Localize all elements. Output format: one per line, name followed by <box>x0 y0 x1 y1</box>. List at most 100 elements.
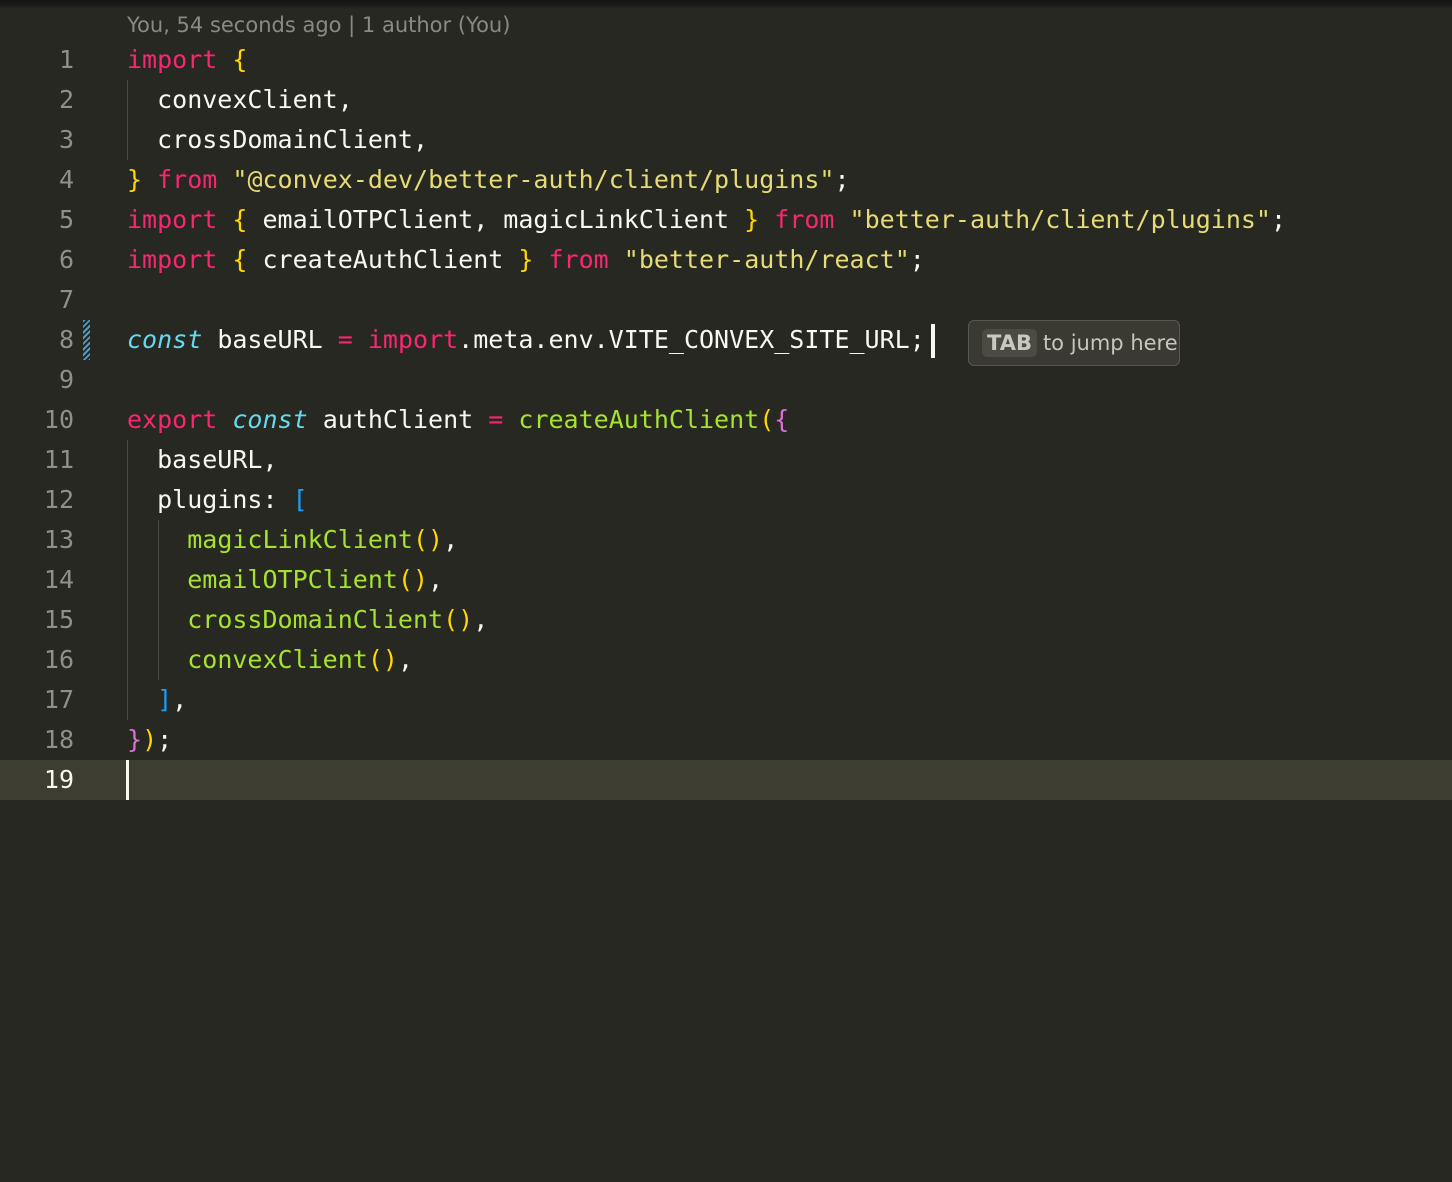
tab-jump-hint: TAB to jump here <box>968 320 1180 366</box>
code-line[interactable]: 17 ], <box>0 680 1452 720</box>
code-token: crossDomainClient <box>187 605 444 634</box>
code-token: ] <box>157 685 173 714</box>
code-text: }); <box>127 720 172 760</box>
code-text: magicLinkClient(), <box>127 520 458 560</box>
code-text: plugins: [ <box>127 480 308 520</box>
line-number: 11 <box>43 445 74 474</box>
line-number: 5 <box>58 205 74 234</box>
line-number: 2 <box>58 85 74 114</box>
git-blame-codelens[interactable]: You, 54 seconds ago | 1 author (You) <box>127 10 510 40</box>
code-token: plugins: <box>127 485 293 514</box>
code-token: .meta.env.VITE_CONVEX_SITE_URL; <box>458 325 925 354</box>
code-token: ; <box>1270 205 1287 234</box>
code-token: emailOTPClient, magicLinkClient <box>247 205 745 234</box>
code-line[interactable]: 7 <box>0 280 1452 320</box>
code-token: ( <box>759 405 775 434</box>
code-text: baseURL, <box>127 440 277 480</box>
code-line[interactable]: 8 const baseURL = import.meta.env.VITE_CO… <box>0 320 1452 360</box>
code-line[interactable]: 4} from "@convex-dev/better-auth/client/… <box>0 160 1452 200</box>
code-line[interactable]: 10 export const authClient = createAuthCl… <box>0 400 1452 440</box>
code-token: from <box>548 245 609 274</box>
code-token: () <box>397 565 429 594</box>
line-number: 16 <box>43 645 74 674</box>
line-number: 14 <box>43 565 74 594</box>
code-token: } <box>744 205 760 234</box>
code-token: authClient <box>307 405 489 434</box>
code-text: emailOTPClient(), <box>127 560 443 600</box>
code-token: () <box>443 605 474 634</box>
line-number: 8 <box>58 325 74 354</box>
line-number: 4 <box>58 165 74 194</box>
code-text: export const authClient = createAuthClie… <box>127 400 789 440</box>
code-token: import <box>127 245 218 274</box>
code-line[interactable]: 9 <box>0 360 1452 400</box>
code-line[interactable]: 3 crossDomainClient, <box>0 120 1452 160</box>
tab-key-badge: TAB <box>982 329 1037 357</box>
code-line[interactable]: 5 import { emailOTPClient, magicLinkClien… <box>0 200 1452 240</box>
code-token: () <box>367 645 398 674</box>
code-token: const <box>232 405 308 434</box>
code-token: from <box>774 205 835 234</box>
code-token: const <box>127 325 203 354</box>
text-cursor <box>126 760 129 800</box>
code-token: import <box>127 205 218 234</box>
code-text: convexClient, <box>127 80 353 120</box>
modified-line-marker[interactable] <box>83 320 90 360</box>
code-token: ; <box>909 245 925 274</box>
line-number: 9 <box>58 365 74 394</box>
code-line[interactable]: 15 crossDomainClient(), <box>0 600 1452 640</box>
code-text: const baseURL = import.meta.env.VITE_CON… <box>127 320 935 360</box>
code-line[interactable]: 1 import { <box>0 40 1452 80</box>
code-text: import { createAuthClient } from "better… <box>127 240 925 280</box>
code-token: ; <box>834 165 850 194</box>
code-token: { <box>232 205 248 234</box>
code-token: from <box>157 165 218 194</box>
code-token: baseURL <box>202 325 338 354</box>
code-line[interactable]: 2 convexClient, <box>0 80 1452 120</box>
code-line[interactable]: 16 convexClient(), <box>0 640 1452 680</box>
code-line[interactable]: 14 emailOTPClient(), <box>0 560 1452 600</box>
line-number: 1 <box>58 45 74 74</box>
line-number: 13 <box>43 525 74 554</box>
code-token: "better-auth/client/plugins" <box>849 205 1271 234</box>
editor-top-shadow <box>0 0 1452 9</box>
code-token: "better-auth/react" <box>623 245 910 274</box>
code-line[interactable]: 13 magicLinkClient(), <box>0 520 1452 560</box>
code-token: , <box>397 645 414 674</box>
code-token: () <box>413 525 444 554</box>
code-token: } <box>518 245 534 274</box>
line-number: 7 <box>58 285 74 314</box>
code-text: ], <box>127 680 187 720</box>
code-token: convexClient <box>187 645 368 674</box>
code-line[interactable]: 11 baseURL, <box>0 440 1452 480</box>
code-line[interactable]: 6 import { createAuthClient } from "bette… <box>0 240 1452 280</box>
code-editor[interactable]: 1 import {2 convexClient, 3 crossDomainCli… <box>0 40 1452 800</box>
code-token: ) <box>142 725 158 754</box>
code-token: emailOTPClient <box>187 565 398 594</box>
code-token: } <box>127 165 143 194</box>
code-token: , <box>172 685 188 714</box>
code-token: , <box>428 565 444 594</box>
line-number: 19 <box>43 765 74 794</box>
code-line[interactable]: 12 plugins: [ <box>0 480 1452 520</box>
code-token: export <box>127 405 218 434</box>
tab-jump-hint-text: to jump here <box>1042 331 1178 355</box>
line-number: 10 <box>43 405 74 434</box>
code-line[interactable]: 19 <box>0 760 1452 800</box>
code-line[interactable]: 18}); <box>0 720 1452 760</box>
code-token: { <box>232 45 248 74</box>
code-token: = <box>488 405 504 434</box>
code-token: , <box>443 525 459 554</box>
